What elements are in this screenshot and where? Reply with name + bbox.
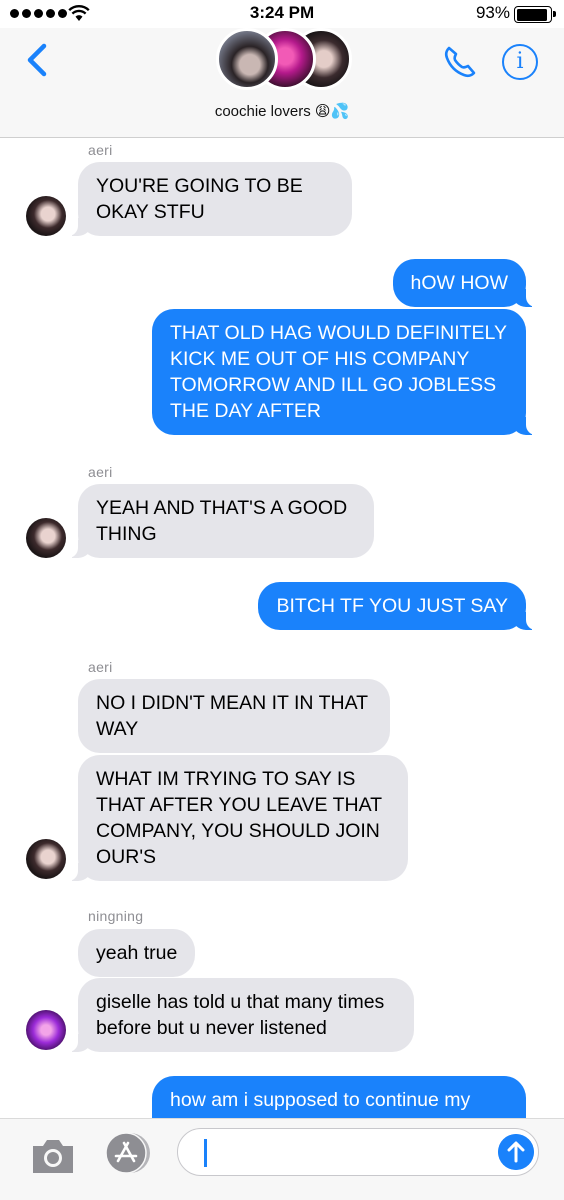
send-arrow-icon[interactable] bbox=[498, 1134, 534, 1170]
message-bubble-outgoing[interactable]: THAT OLD HAG WOULD DEFINITELY KICK ME OU… bbox=[152, 309, 538, 435]
text-cursor bbox=[204, 1139, 207, 1167]
message-bubble-incoming[interactable]: yeah true bbox=[78, 929, 196, 977]
avatar bbox=[26, 196, 66, 236]
avatar bbox=[26, 839, 66, 879]
battery-percent: 93% bbox=[475, 3, 510, 22]
message-bubble-incoming[interactable]: YOU'RE GOING TO BE OKAY STFU bbox=[66, 162, 352, 236]
sender-name: aeri bbox=[88, 142, 113, 158]
message-bubble-outgoing[interactable]: BITCH TF YOU JUST SAY bbox=[258, 582, 538, 630]
sender-name: aeri bbox=[88, 464, 113, 480]
message-input[interactable] bbox=[177, 1128, 539, 1176]
app-store-icon[interactable] bbox=[102, 1131, 154, 1175]
sender-name: ningning bbox=[88, 908, 144, 924]
avatar bbox=[26, 1010, 66, 1050]
message-bubble-outgoing[interactable]: hOW HOW bbox=[392, 259, 538, 307]
conversation-header: coochie lovers 😩💦 i bbox=[0, 28, 564, 138]
message-bubble-incoming[interactable]: NO I DIDN'T MEAN IT IN THAT WAY bbox=[78, 679, 390, 753]
group-name[interactable]: coochie lovers 😩💦 bbox=[0, 102, 564, 120]
phone-icon[interactable] bbox=[440, 42, 480, 82]
camera-icon[interactable] bbox=[30, 1137, 76, 1175]
message-bubble-outgoing[interactable]: how am i supposed to continue my bbox=[152, 1076, 526, 1118]
avatar bbox=[26, 518, 66, 558]
message-bubble-incoming[interactable]: WHAT IM TRYING TO SAY IS THAT AFTER YOU … bbox=[66, 755, 408, 881]
message-bubble-incoming[interactable]: giselle has told u that many times befor… bbox=[66, 978, 414, 1052]
message-thread: aeri YOU'RE GOING TO BE OKAY STFU hOW HO… bbox=[0, 138, 564, 1118]
avatar bbox=[216, 28, 278, 90]
back-chevron-icon[interactable] bbox=[18, 40, 58, 80]
compose-bar bbox=[0, 1118, 564, 1200]
group-avatars[interactable] bbox=[216, 28, 352, 92]
battery-icon bbox=[514, 6, 556, 23]
status-bar: 3:24 PM 93% bbox=[0, 0, 564, 28]
message-bubble-incoming[interactable]: YEAH AND THAT'S A GOOD THING bbox=[66, 484, 374, 558]
info-icon[interactable]: i bbox=[502, 44, 538, 80]
sender-name: aeri bbox=[88, 659, 113, 675]
